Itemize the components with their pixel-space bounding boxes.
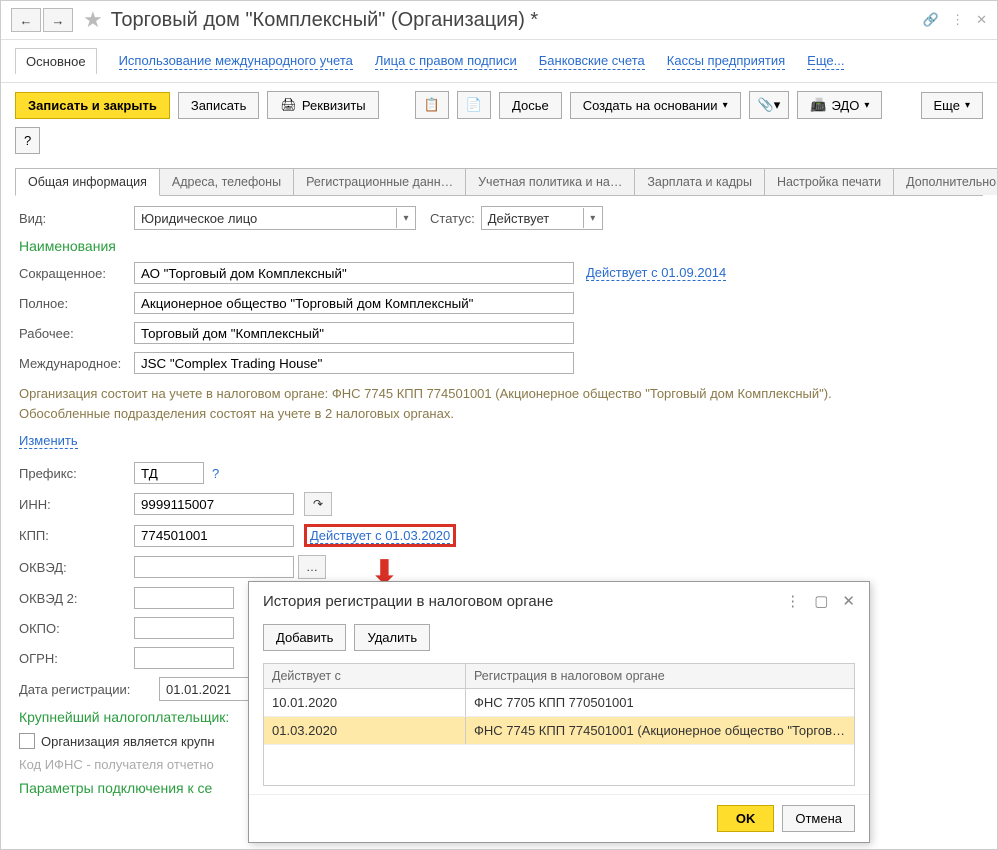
full-name-input[interactable] [134, 292, 574, 314]
bigtaxpayer-check-label: Организация является крупн [41, 734, 215, 749]
intl-name-input[interactable] [134, 352, 574, 374]
short-valid-from-link[interactable]: Действует с 01.09.2014 [586, 265, 726, 281]
chevron-down-icon: ▾ [723, 100, 728, 111]
names-section-title: Наименования [19, 238, 979, 254]
forward-button[interactable]: → [43, 8, 73, 32]
chevron-down-icon: ▾ [583, 208, 602, 228]
tax-office-info: Организация состоит на учете в налоговом… [19, 384, 849, 423]
intl-label: Международное: [19, 356, 134, 371]
popup-add-button[interactable]: Добавить [263, 624, 346, 651]
short-label: Сокращенное: [19, 266, 134, 281]
table-header-reg: Регистрация в налоговом органе [466, 664, 854, 688]
favorite-star-icon[interactable]: ★ [83, 7, 103, 33]
nav-cash[interactable]: Кассы предприятия [667, 53, 785, 70]
regdate-label: Дата регистрации: [19, 682, 159, 697]
ogrn-label: ОГРН: [19, 651, 134, 666]
nav-signers[interactable]: Лица с правом подписи [375, 53, 517, 70]
close-icon[interactable]: ✕ [976, 12, 987, 28]
create-based-button[interactable]: Создать на основании ▾ [570, 92, 741, 119]
full-label: Полное: [19, 296, 134, 311]
window-title: Торговый дом "Комплексный" (Организация)… [111, 9, 538, 32]
dossier-button[interactable]: Досье [499, 92, 562, 119]
save-close-button[interactable]: Записать и закрыть [15, 92, 170, 119]
okved-picker-button[interactable]: … [298, 555, 326, 579]
kpp-label: КПП: [19, 528, 134, 543]
nav-bank[interactable]: Банковские счета [539, 53, 645, 70]
link-icon[interactable]: 🔗 [923, 12, 939, 28]
kind-label: Вид: [19, 211, 134, 226]
popup-title: История регистрации в налоговом органе [263, 593, 785, 610]
kpp-input[interactable] [134, 525, 294, 547]
work-name-input[interactable] [134, 322, 574, 344]
change-link[interactable]: Изменить [19, 433, 78, 449]
back-button[interactable]: ← [11, 8, 41, 32]
help-button[interactable]: ? [15, 127, 40, 154]
inn-label: ИНН: [19, 497, 134, 512]
okved2-label: ОКВЭД 2: [19, 591, 134, 606]
okved-input[interactable] [134, 556, 294, 578]
table-row[interactable]: 01.03.2020 ФНС 7745 КПП 774501001 (Акцио… [264, 717, 854, 745]
popup-delete-button[interactable]: Удалить [354, 624, 430, 651]
kind-select[interactable]: Юридическое лицо ▾ [134, 206, 416, 230]
kebab-icon[interactable]: ⋮ [951, 12, 964, 28]
prefix-label: Префикс: [19, 466, 134, 481]
more-button[interactable]: Еще ▾ [921, 92, 983, 119]
doc-button[interactable]: 📄 [457, 91, 491, 119]
work-label: Рабочее: [19, 326, 134, 341]
edo-icon: 📠 [810, 97, 826, 113]
okpo-input[interactable] [134, 617, 234, 639]
popup-maximize-icon[interactable]: ▢ [814, 592, 828, 610]
okved2-input[interactable] [134, 587, 234, 609]
tab-hr[interactable]: Зарплата и кадры [634, 168, 765, 195]
table-header-date: Действует с [264, 664, 466, 688]
attach-button[interactable]: 📎▾ [749, 91, 790, 119]
status-label: Статус: [430, 211, 475, 226]
tab-addresses[interactable]: Адреса, телефоны [159, 168, 294, 195]
prefix-help-link[interactable]: ? [212, 466, 219, 481]
bigtaxpayer-checkbox[interactable] [19, 733, 35, 749]
save-button[interactable]: Записать [178, 92, 260, 119]
edo-button[interactable]: 📠 ЭДО ▾ [797, 91, 882, 119]
inn-action-button[interactable]: ↷ [304, 492, 332, 516]
chevron-down-icon: ▾ [396, 208, 415, 228]
okved-label: ОКВЭД: [19, 560, 134, 575]
table-row[interactable]: 10.01.2020 ФНС 7705 КПП 770501001 [264, 689, 854, 717]
tab-additional[interactable]: Дополнительно [893, 168, 998, 195]
nav-main[interactable]: Основное [15, 48, 97, 74]
kpp-valid-from-link[interactable]: Действует с 01.03.2020 [310, 528, 450, 544]
history-table: Действует с Регистрация в налоговом орга… [263, 663, 855, 786]
nav-intl[interactable]: Использование международного учета [119, 53, 353, 70]
tab-policy[interactable]: Учетная политика и на… [465, 168, 635, 195]
props-button[interactable]: 🖨Реквизиты [267, 91, 378, 119]
popup-ok-button[interactable]: OK [717, 805, 775, 832]
status-select[interactable]: Действует ▾ [481, 206, 603, 230]
ogrn-input[interactable] [134, 647, 234, 669]
popup-kebab-icon[interactable]: ⋮ [785, 592, 800, 610]
print-icon: 🖨 [280, 97, 297, 113]
short-name-input[interactable] [134, 262, 574, 284]
tab-registration[interactable]: Регистрационные данн… [293, 168, 466, 195]
tab-general[interactable]: Общая информация [15, 168, 160, 196]
tab-print[interactable]: Настройка печати [764, 168, 894, 195]
popup-cancel-button[interactable]: Отмена [782, 805, 855, 832]
inn-input[interactable] [134, 493, 294, 515]
okpo-label: ОКПО: [19, 621, 134, 636]
copy-button[interactable]: 📋 [415, 91, 449, 119]
prefix-input[interactable] [134, 462, 204, 484]
history-popup: История регистрации в налоговом органе ⋮… [248, 581, 870, 843]
regdate-input[interactable]: 01.01.2021 [159, 677, 261, 701]
nav-more[interactable]: Еще... [807, 53, 844, 70]
popup-close-icon[interactable]: ✕ [842, 592, 855, 610]
